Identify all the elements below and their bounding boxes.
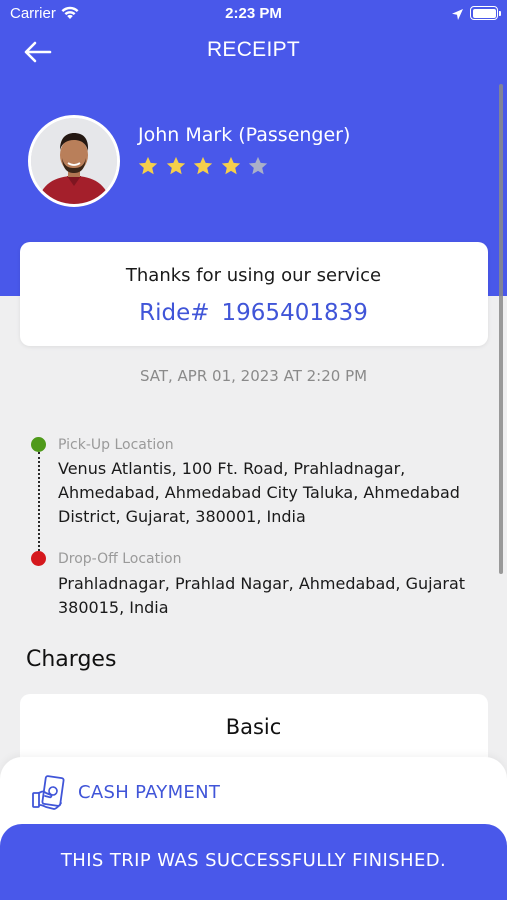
- battery-icon: [470, 6, 501, 20]
- dropoff-dot-icon: [31, 551, 46, 566]
- thanks-message: Thanks for using our service: [125, 265, 382, 286]
- payment-method-label: CASH PAYMENT: [78, 782, 221, 803]
- route-line: [38, 452, 40, 551]
- pickup-dot-icon: [31, 437, 46, 452]
- star-icon: [221, 156, 240, 175]
- avatar: [28, 115, 120, 207]
- star-icon: [193, 156, 213, 175]
- clock: 2:23 PM: [225, 5, 282, 22]
- location-arrow-icon: [451, 7, 464, 25]
- cash-payment-icon: [32, 775, 66, 811]
- dropoff-label: Drop-Off Location: [58, 551, 182, 567]
- pickup-label: Pick-Up Location: [58, 437, 174, 453]
- star-icon: [138, 156, 158, 175]
- charges-section-title: Basic: [225, 715, 282, 739]
- star-icon: [166, 156, 185, 175]
- page-title: RECEIPT: [206, 38, 301, 61]
- ride-number-label: Ride#: [139, 300, 210, 326]
- ride-number-value: 1965401839: [221, 300, 368, 326]
- ride-number: Ride# 1965401839: [0, 300, 507, 326]
- trip-date: SAT, APR 01, 2023 AT 2:20 PM: [139, 367, 368, 385]
- charges-heading: Charges: [26, 647, 117, 672]
- passenger-name: John Mark (Passenger): [138, 124, 351, 146]
- dropoff-address: Prahladnagar, Prahlad Nagar, Ahmedabad, …: [58, 574, 466, 617]
- status-bar: Carrier 2:23 PM: [0, 0, 507, 28]
- pickup-address: Venus Atlantis, 100 Ft. Road, Prahladnag…: [58, 459, 460, 526]
- trip-status-text: THIS TRIP WAS SUCCESSFULLY FINISHED.: [60, 850, 447, 871]
- receipt-card: [20, 242, 488, 346]
- star-empty-icon: [248, 156, 268, 175]
- scrollbar[interactable]: [499, 84, 503, 574]
